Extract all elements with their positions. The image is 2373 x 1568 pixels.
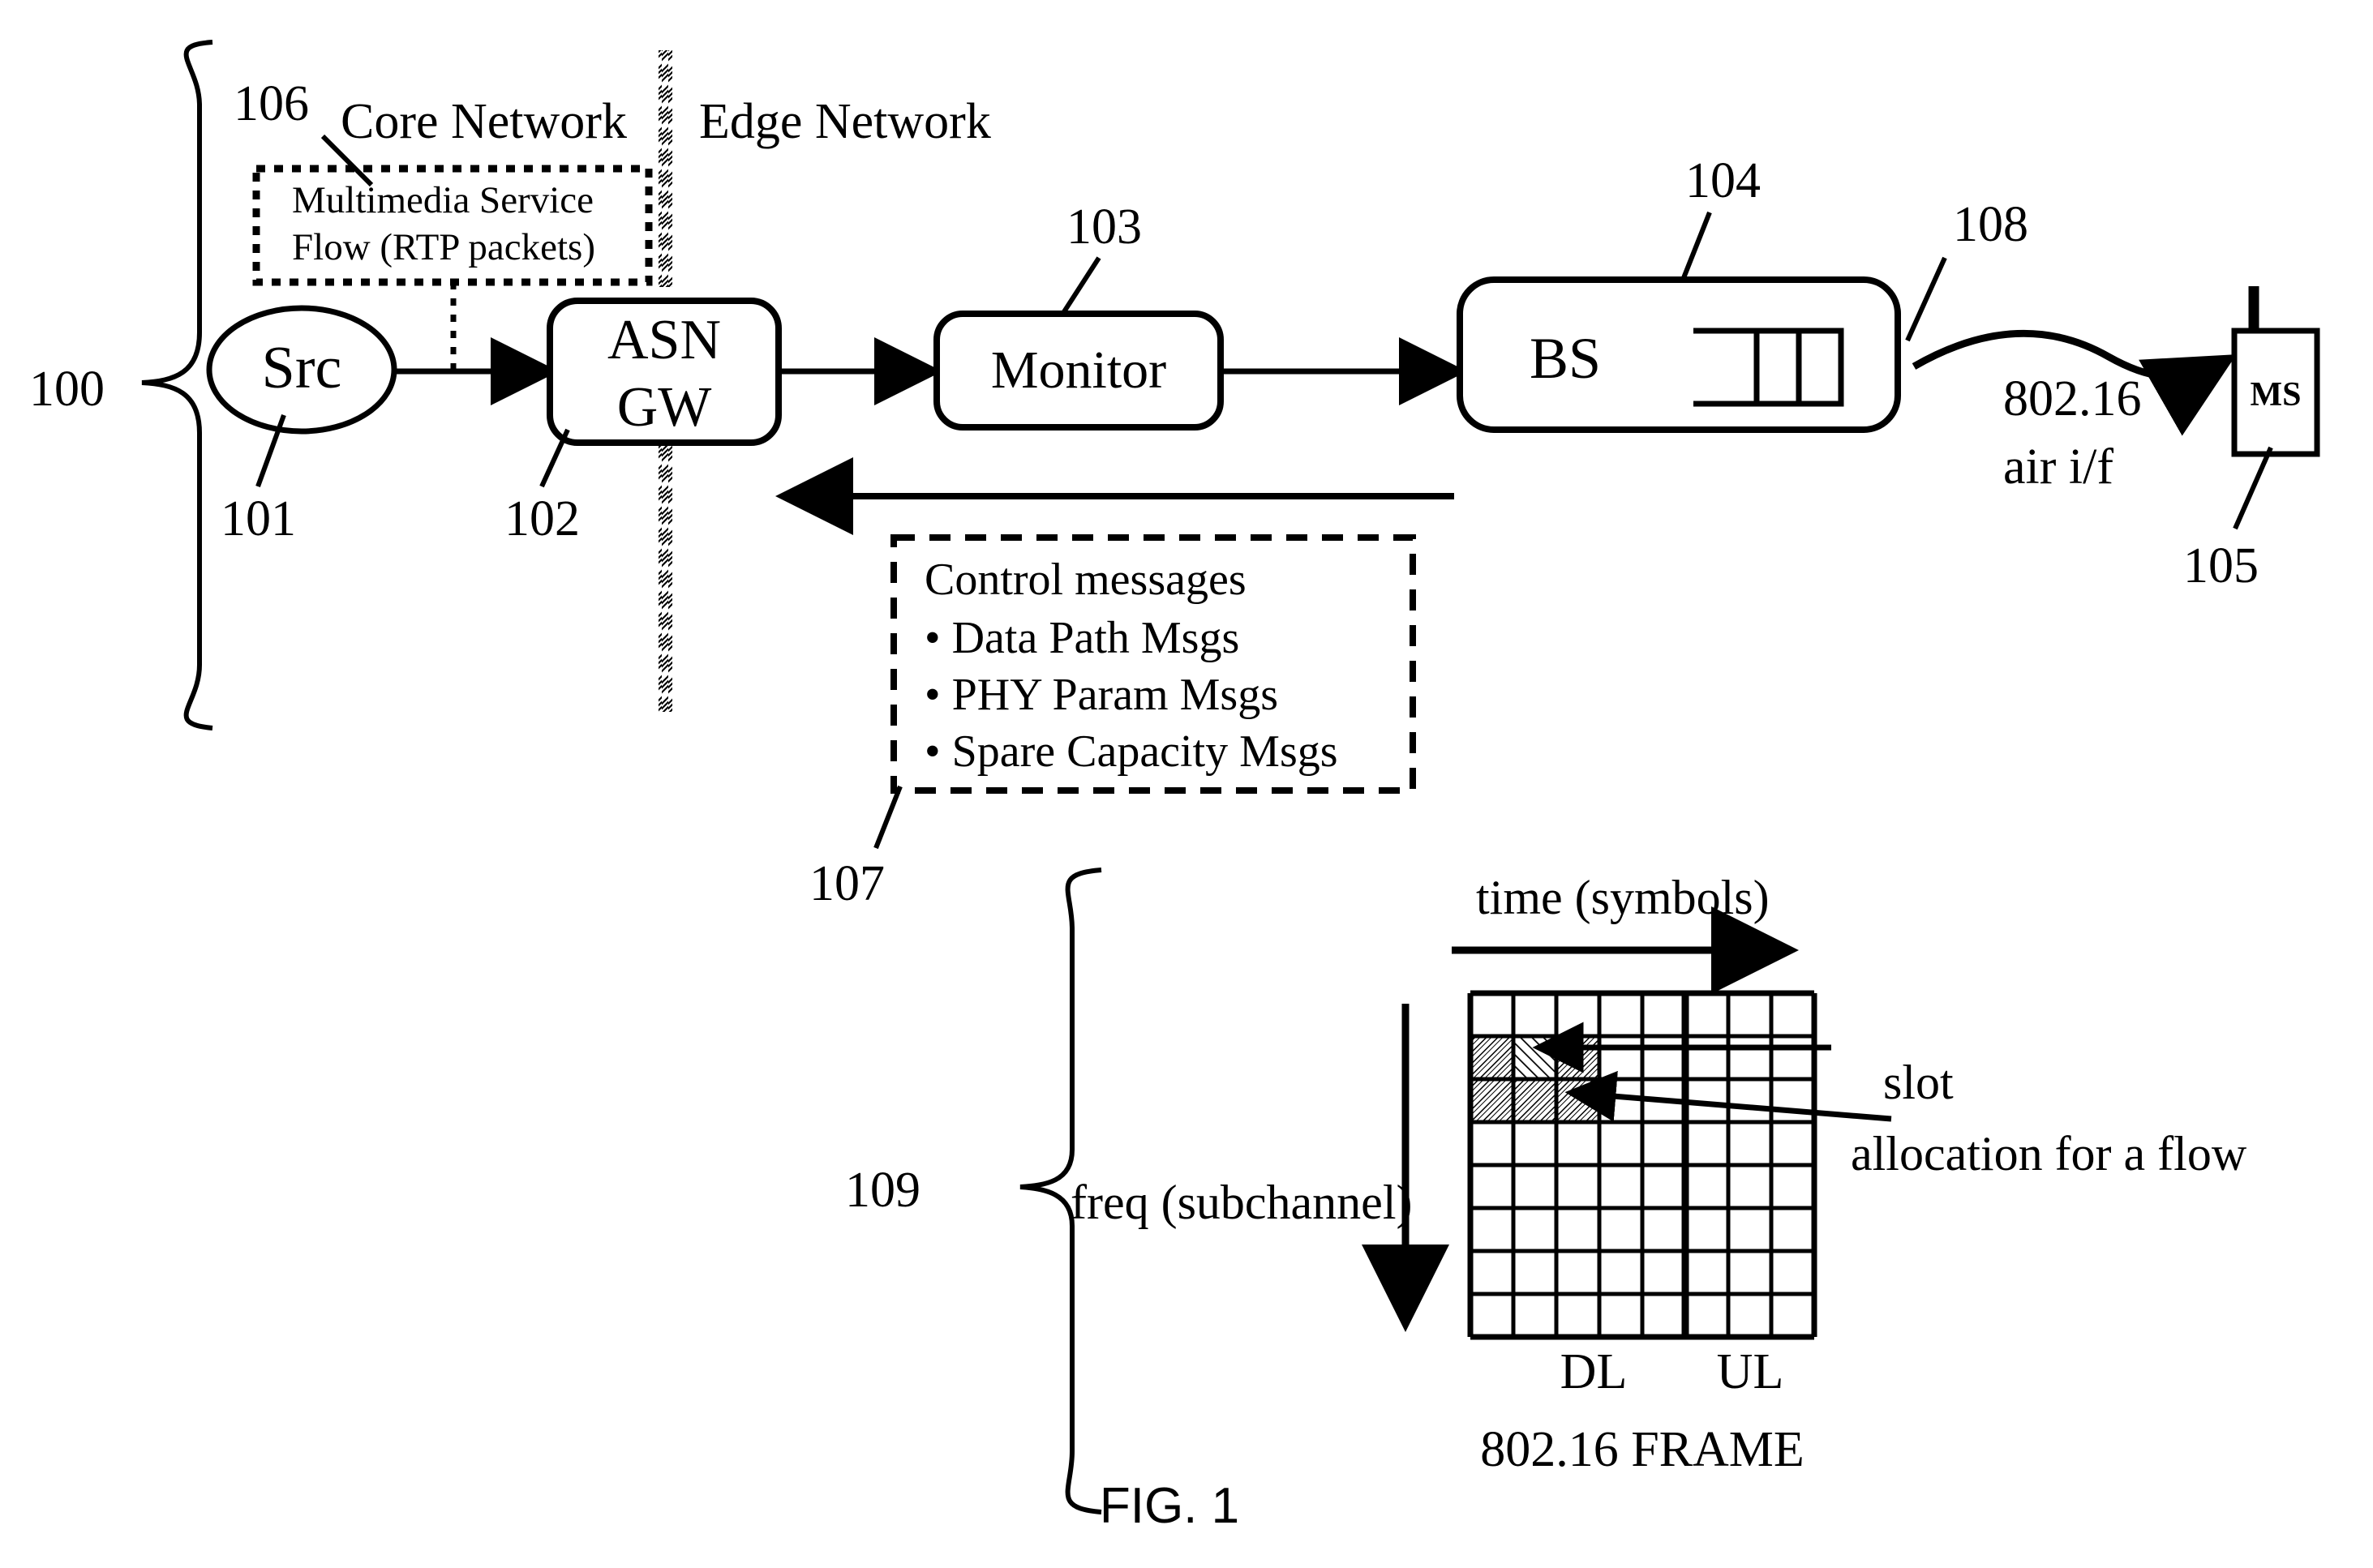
edge-network-label: Edge Network <box>699 94 991 149</box>
ms-label: MS <box>2251 376 2302 413</box>
ref-102: 102 <box>504 491 580 546</box>
asn-gw-line1: ASN <box>607 309 721 371</box>
time-axis-label: time (symbols) <box>1476 871 1770 924</box>
ref-104: 104 <box>1685 153 1761 208</box>
air-interface-wave <box>1912 329 2237 436</box>
ref-106: 106 <box>234 76 309 131</box>
src-node[interactable]: Src <box>206 305 397 435</box>
patent-figure-1: 100 Core Network Edge Network 106 Multim… <box>0 0 2373 1568</box>
multimedia-line2: Flow (RTP packets) <box>292 226 595 268</box>
multimedia-line1: Multimedia Service <box>292 179 594 221</box>
air-if-line2: air i/f <box>2003 439 2113 495</box>
brace-100 <box>141 40 213 730</box>
asn-gw-line2: GW <box>617 376 712 439</box>
control-title: Control messages <box>925 555 1247 605</box>
ul-label: UL <box>1717 1344 1784 1399</box>
control-item-1: • PHY Param Msgs <box>925 670 1278 720</box>
monitor-label: Monitor <box>991 341 1166 400</box>
ref-103: 103 <box>1066 199 1142 255</box>
ref-105: 105 <box>2183 538 2259 593</box>
bs-label: BS <box>1530 326 1601 391</box>
ms-node[interactable]: MS <box>2231 286 2320 457</box>
ref-107: 107 <box>809 856 885 911</box>
slot-label: slot <box>1883 1056 1954 1109</box>
leader-102 <box>539 428 570 488</box>
control-messages-box: Control messages • Data Path Msgs • PHY … <box>890 534 1416 794</box>
allocation-label: allocation for a flow <box>1851 1127 2247 1180</box>
air-if-line1: 802.16 <box>2003 371 2142 426</box>
dl-label: DL <box>1560 1344 1628 1399</box>
figure-caption: FIG. 1 <box>1100 1478 1239 1534</box>
leader-105 <box>2233 446 2273 530</box>
leader-107 <box>873 785 903 850</box>
monitor-node[interactable]: Monitor <box>933 311 1224 431</box>
callout-allocation <box>1564 1070 1892 1122</box>
ref-109: 109 <box>845 1163 920 1218</box>
freq-axis-label: freq (subchannel) <box>1071 1176 1412 1229</box>
bs-node[interactable]: BS <box>1457 276 1901 433</box>
control-item-2: • Spare Capacity Msgs <box>925 726 1338 777</box>
ref-101: 101 <box>221 491 296 546</box>
multimedia-service-flow-box: Multimedia Service Flow (RTP packets) <box>252 165 653 286</box>
src-label: Src <box>262 335 342 401</box>
control-item-0: • Data Path Msgs <box>925 613 1239 663</box>
core-network-label: Core Network <box>341 94 627 149</box>
figure-canvas: 100 Core Network Edge Network 106 Multim… <box>29 40 2320 1534</box>
ref-100: 100 <box>29 362 105 417</box>
ref-108: 108 <box>1953 197 2028 252</box>
asn-gw-node[interactable]: ASN GW <box>547 298 782 446</box>
frame-title: 802.16 FRAME <box>1480 1422 1804 1477</box>
leader-108 <box>1905 256 1947 342</box>
